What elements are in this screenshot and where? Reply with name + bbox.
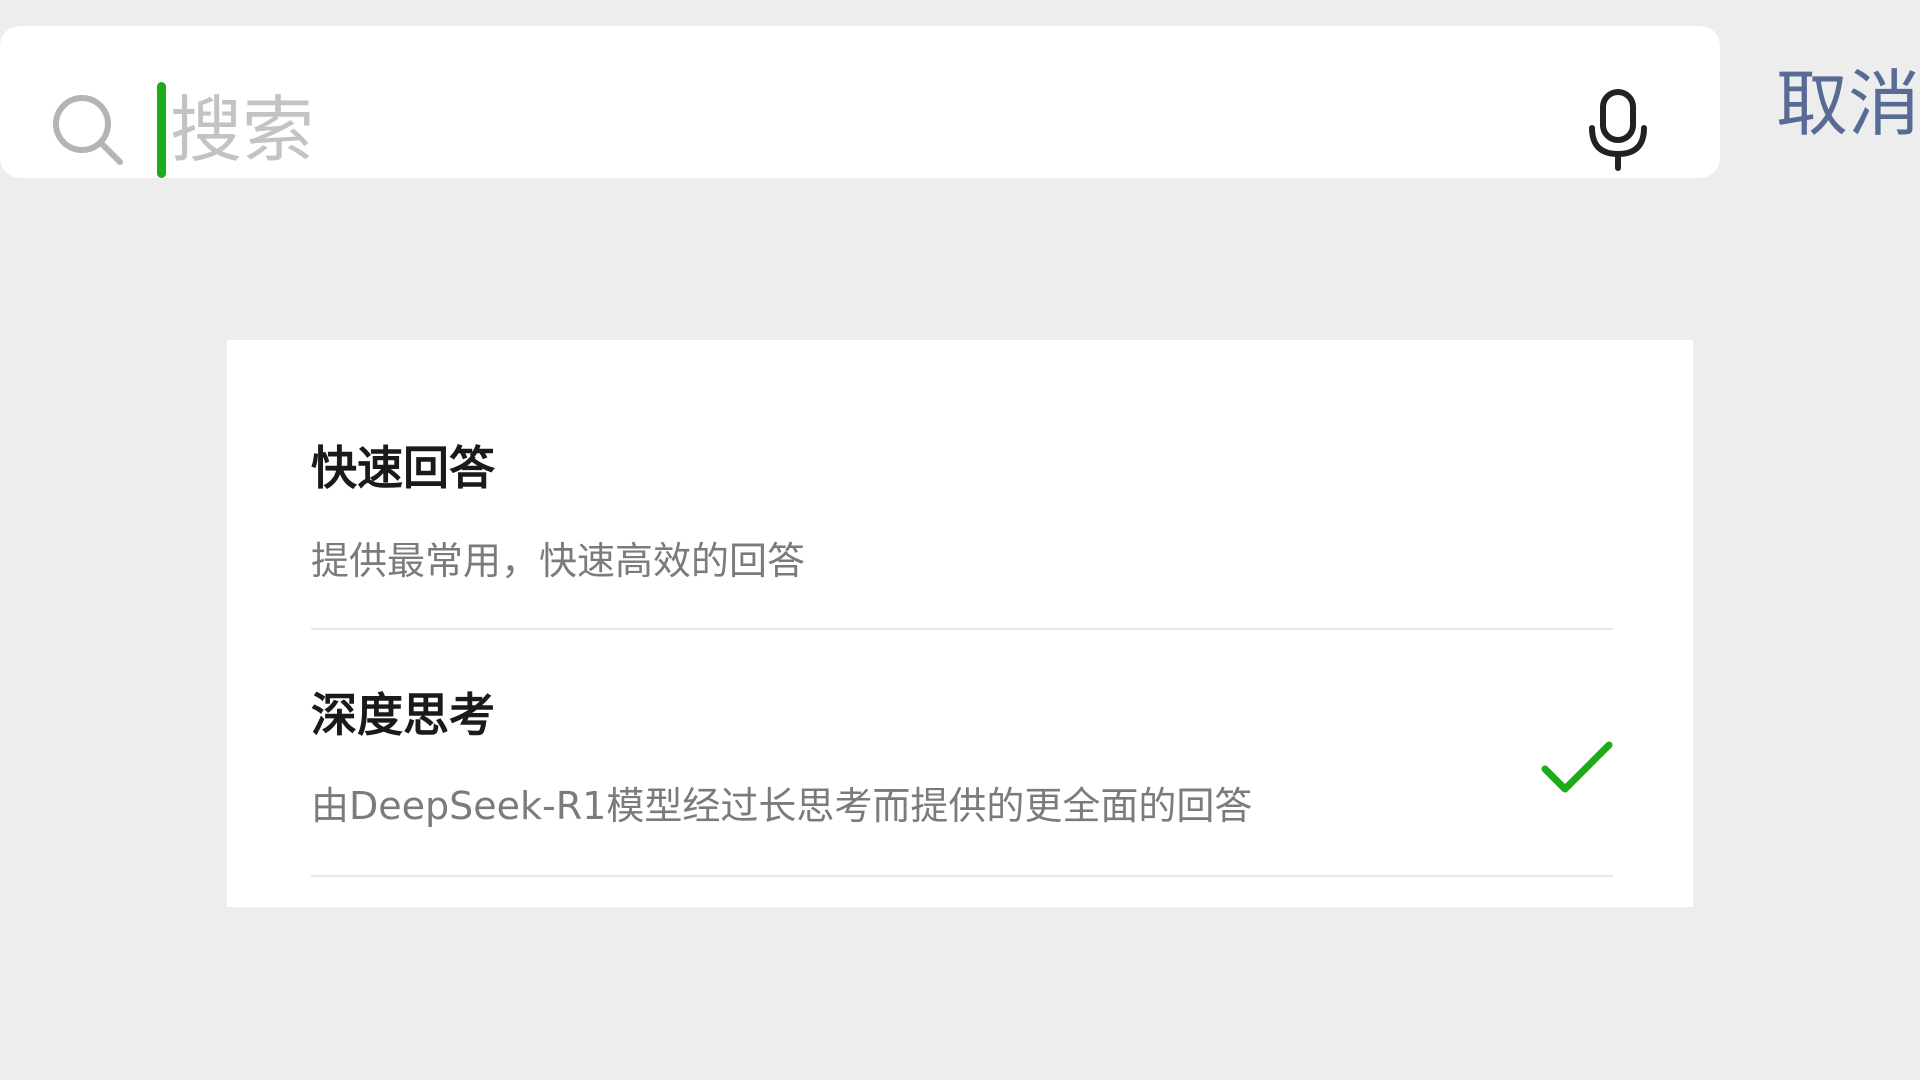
text-cursor xyxy=(157,82,166,178)
mode-selection-card: 快速回答 提供最常用，快速高效的回答 深度思考 由DeepSeek-R1模型经过… xyxy=(227,340,1693,907)
option-description: 由DeepSeek-R1模型经过长思考而提供的更全面的回答 xyxy=(311,784,1253,828)
search-bar[interactable] xyxy=(0,26,1720,178)
option-title: 快速回答 xyxy=(311,441,495,495)
option-deep-thinking[interactable]: 深度思考 由DeepSeek-R1模型经过长思考而提供的更全面的回答 xyxy=(227,629,1693,875)
search-input[interactable] xyxy=(170,88,1470,172)
cancel-button[interactable]: 取消 xyxy=(1776,64,1920,144)
option-fast-answer[interactable]: 快速回答 提供最常用，快速高效的回答 xyxy=(227,340,1693,629)
checkmark-icon xyxy=(1539,737,1615,797)
option-title: 深度思考 xyxy=(311,688,495,742)
option-description: 提供最常用，快速高效的回答 xyxy=(311,539,806,583)
microphone-icon[interactable] xyxy=(1586,88,1650,172)
divider xyxy=(311,875,1613,877)
search-icon xyxy=(48,90,128,170)
